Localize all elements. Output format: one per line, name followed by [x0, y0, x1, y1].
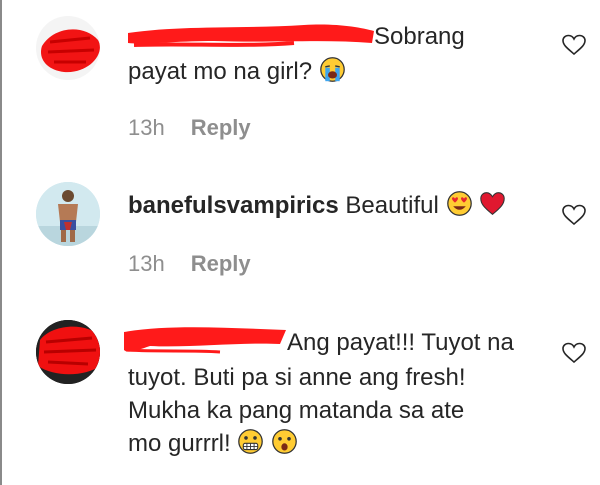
redacted-username — [128, 24, 374, 47]
comment-text-line2: tuyot. Buti pa si anne ang fresh! — [128, 364, 466, 391]
avatar[interactable] — [36, 320, 100, 384]
avatar[interactable] — [36, 182, 100, 246]
heart-eyes-emoji — [446, 191, 472, 216]
like-heart-icon[interactable] — [562, 34, 586, 56]
comment-meta: 13h Reply — [128, 251, 251, 277]
comment-text-line2: payat mo na girl? — [128, 55, 346, 88]
redacted-avatar-scribble — [40, 29, 100, 73]
red-heart-emoji — [480, 192, 505, 215]
username-link[interactable]: banefulsvampirics — [128, 192, 339, 219]
avatar-photo — [36, 182, 100, 246]
loudly-crying-face-emoji — [319, 57, 345, 82]
comment-3: Ang payat!!! Tuyot na tuyot. Buti pa si … — [0, 300, 600, 485]
timestamp: 13h — [128, 115, 165, 140]
reply-button[interactable]: Reply — [191, 115, 251, 140]
redacted-username — [124, 327, 286, 354]
comment-text-line3: Mukha ka pang matanda sa ate — [128, 397, 465, 424]
like-heart-icon[interactable] — [562, 204, 586, 226]
comment-2: banefulsvampirics Beautiful 13h Reply — [0, 160, 600, 300]
reply-button[interactable]: Reply — [191, 251, 251, 276]
timestamp: 13h — [128, 251, 165, 276]
comment-text: banefulsvampirics Beautiful — [128, 189, 506, 222]
like-heart-icon[interactable] — [562, 342, 586, 364]
comment-text-line1: Sobrang — [374, 23, 465, 50]
comment-text-line4: mo gurrrl! — [128, 427, 298, 460]
comment-meta: 13h Reply — [128, 115, 251, 141]
comment-text-line1: Ang payat!!! Tuyot na — [287, 329, 514, 356]
avatar[interactable] — [36, 16, 100, 80]
comment-1: Sobrang payat mo na girl? 13h Reply — [0, 0, 600, 160]
grimacing-face-emoji — [238, 429, 264, 454]
redacted-avatar-scribble — [36, 320, 100, 384]
astonished-face-emoji — [272, 429, 297, 454]
